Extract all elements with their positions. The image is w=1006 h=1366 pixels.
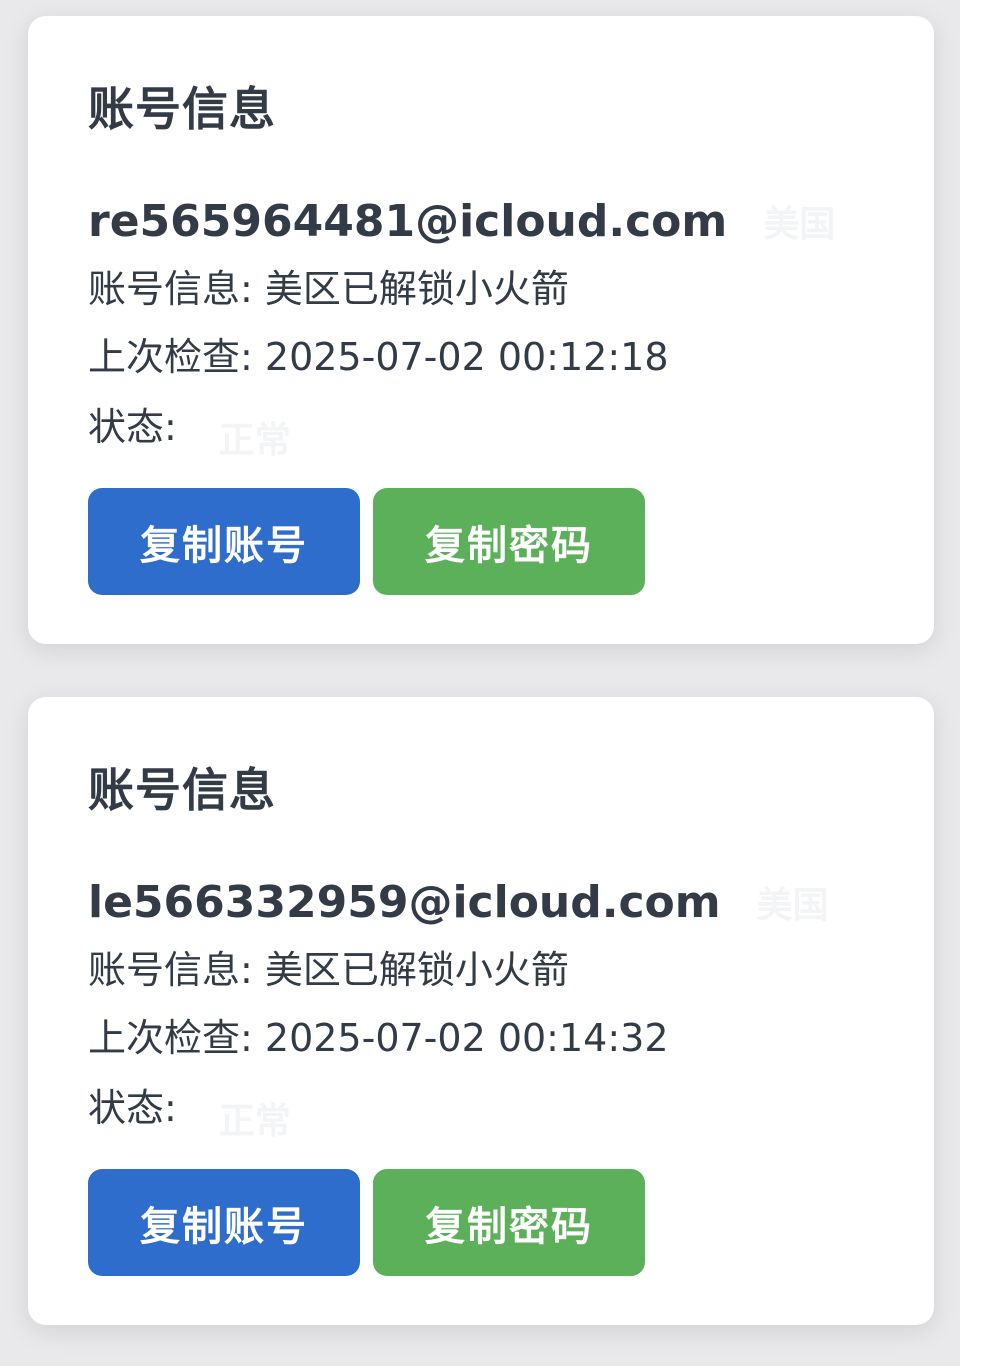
account-info-line: 账号信息: 美区已解锁小火箭 xyxy=(88,951,569,989)
region-badge: 美国 xyxy=(763,204,836,245)
copy-account-button[interactable]: 复制账号 xyxy=(88,488,360,595)
page-right-edge xyxy=(960,0,1006,1366)
card-title: 账号信息 xyxy=(88,763,276,817)
status-line: 状态: 正常 xyxy=(88,405,291,459)
status-value: 正常 xyxy=(218,1101,291,1142)
last-check-value: 2025-07-02 00:14:32 xyxy=(264,1016,669,1060)
account-email: re565964481@icloud.com xyxy=(88,196,728,247)
account-info-line: 账号信息: 美区已解锁小火箭 xyxy=(88,270,569,308)
account-info-value: 美区已解锁小火箭 xyxy=(264,948,569,992)
account-email: le566332959@icloud.com xyxy=(88,877,721,928)
account-info-value: 美区已解锁小火箭 xyxy=(264,267,569,311)
region-badge: 美国 xyxy=(756,885,829,926)
copy-password-button[interactable]: 复制密码 xyxy=(373,1169,645,1276)
account-info-label: 账号信息: xyxy=(88,267,253,311)
last-check-line: 上次检查: 2025-07-02 00:14:32 xyxy=(88,1019,669,1057)
status-label: 状态: xyxy=(88,1086,177,1130)
copy-account-button[interactable]: 复制账号 xyxy=(88,1169,360,1276)
status-label: 状态: xyxy=(88,405,177,449)
copy-password-button[interactable]: 复制密码 xyxy=(373,488,645,595)
account-card: 账号信息 re565964481@icloud.com 美国 账号信息: 美区已… xyxy=(28,16,934,644)
last-check-value: 2025-07-02 00:12:18 xyxy=(264,335,669,379)
account-info-label: 账号信息: xyxy=(88,948,253,992)
status-value: 正常 xyxy=(218,420,291,461)
last-check-label: 上次检查: xyxy=(88,335,253,379)
last-check-label: 上次检查: xyxy=(88,1016,253,1060)
email-row: le566332959@icloud.com 美国 xyxy=(88,881,829,925)
email-row: re565964481@icloud.com 美国 xyxy=(88,200,835,244)
last-check-line: 上次检查: 2025-07-02 00:12:18 xyxy=(88,338,669,376)
status-line: 状态: 正常 xyxy=(88,1086,291,1140)
card-title: 账号信息 xyxy=(88,82,276,136)
account-card: 账号信息 le566332959@icloud.com 美国 账号信息: 美区已… xyxy=(28,697,934,1325)
